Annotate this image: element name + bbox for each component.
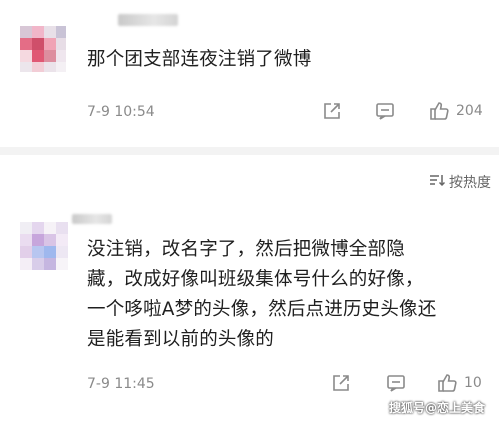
comment-line: 没注销，改名字了，然后把微博全部隐 — [87, 239, 405, 260]
like-count: 204 — [456, 103, 483, 119]
comment-line: 是能看到以前的头像的 — [87, 329, 275, 350]
avatar[interactable] — [20, 26, 66, 72]
watermark: 搜狐号@恋上美食 — [388, 401, 485, 415]
comment-button[interactable] — [375, 101, 395, 121]
avatar[interactable] — [20, 222, 68, 270]
share-icon — [331, 373, 351, 393]
like-button[interactable]: 204 — [428, 100, 483, 122]
comment-time: 7-9 11:45 — [87, 376, 155, 392]
comment-text: 那个团支部连夜注销了微博 — [87, 49, 312, 70]
share-button[interactable] — [322, 101, 342, 121]
like-button[interactable]: 10 — [436, 372, 482, 394]
comment-line: 一个哆啦A梦的头像，然后点进历史头像还 — [87, 299, 437, 320]
like-count: 10 — [464, 375, 482, 391]
thumbs-up-icon — [436, 372, 458, 394]
username[interactable] — [72, 214, 112, 224]
section-divider — [0, 147, 499, 155]
comment-text: 没注销，改名字了，然后把微博全部隐 藏，改成好像叫班级集体号什么的好像， 一个哆… — [87, 235, 436, 355]
comment-icon — [375, 101, 395, 121]
share-button[interactable] — [331, 373, 351, 393]
comment-icon — [386, 373, 406, 393]
username[interactable] — [118, 14, 178, 26]
sort-label: 按热度 — [449, 175, 491, 191]
comment-line: 藏，改成好像叫班级集体号什么的好像， — [87, 269, 424, 290]
sort-by-hot-button[interactable]: 按热度 — [429, 172, 491, 192]
sort-icon — [429, 173, 446, 191]
comment-time: 7-9 10:54 — [87, 104, 155, 120]
thumbs-up-icon — [428, 100, 450, 122]
share-icon — [322, 101, 342, 121]
comment-button[interactable] — [386, 373, 406, 393]
